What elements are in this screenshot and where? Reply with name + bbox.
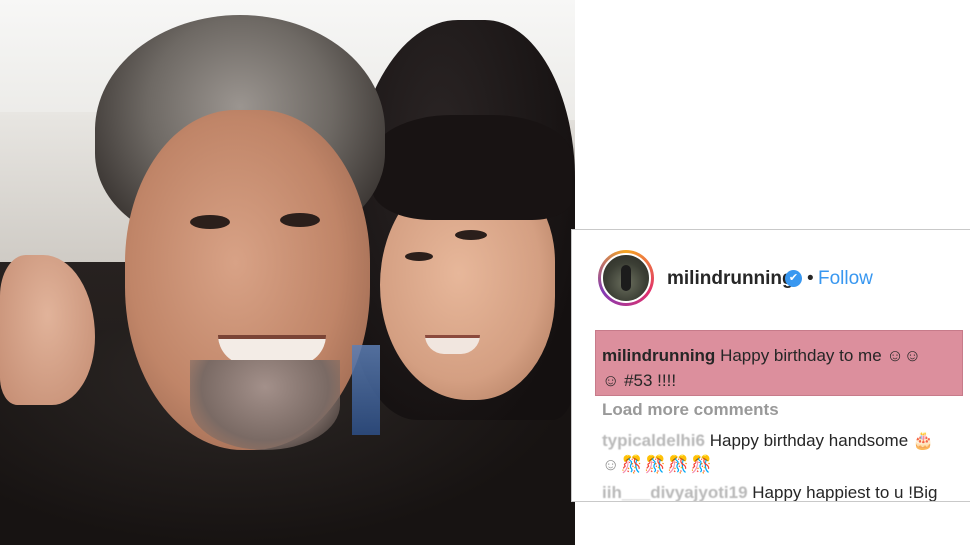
comment-item: typicaldelhi6 Happy birthday handsome 🎂 … <box>602 429 962 477</box>
woman-bangs <box>372 115 572 220</box>
comment-item: iih___divyajyoti19 Happy happiest to u !… <box>602 481 962 502</box>
caption-text-line1: Happy birthday to me ☺☺ <box>720 346 922 365</box>
avatar-story-ring[interactable] <box>598 250 654 306</box>
man-eye-right <box>280 213 320 227</box>
woman-eye-right <box>455 230 487 240</box>
blue-fabric <box>352 345 380 435</box>
comment-text: Happy happiest to u !Big <box>752 483 938 502</box>
instagram-post-card: milindrunning ✔ • Follow milindrunning H… <box>571 229 970 502</box>
selfie-photo <box>0 0 575 545</box>
caption-author-link[interactable]: milindrunning <box>602 346 715 365</box>
avatar[interactable] <box>601 253 651 303</box>
caption-text-line2: ☺ #53 !!!! <box>602 371 677 390</box>
comment-emoji-line: ☺🎊🎊🎊🎊 <box>602 455 715 474</box>
follow-button[interactable]: Follow <box>818 268 873 290</box>
man-eye-left <box>190 215 230 229</box>
post-header: milindrunning ✔ • Follow <box>572 230 970 323</box>
man-stubble <box>190 360 340 450</box>
comment-text: Happy birthday handsome 🎂 <box>709 431 935 450</box>
hand <box>0 255 95 405</box>
comment-author-link[interactable]: typicaldelhi6 <box>602 431 705 450</box>
username-link[interactable]: milindrunning <box>667 268 794 290</box>
verified-badge-icon: ✔ <box>785 270 802 287</box>
caption-highlight: milindrunning Happy birthday to me ☺☺ ☺ … <box>595 330 963 396</box>
load-more-comments-button[interactable]: Load more comments <box>602 400 779 420</box>
post-caption: milindrunning Happy birthday to me ☺☺ ☺ … <box>602 343 958 393</box>
comment-author-link[interactable]: iih___divyajyoti19 <box>602 483 748 501</box>
woman-eye-left <box>405 252 433 261</box>
separator-dot: • <box>807 268 814 289</box>
